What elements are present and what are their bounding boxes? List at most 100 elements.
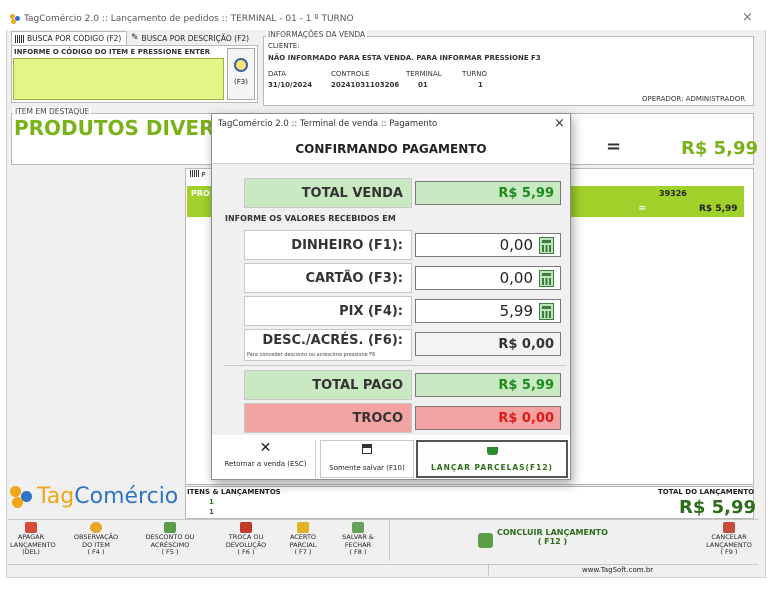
status-divider [488,564,489,576]
change-label: TROCO [244,403,412,433]
card-input[interactable]: 0,00 [415,266,561,290]
launches-value: 1 [209,508,214,516]
featured-legend: ITEM EM DESTAQUE [13,107,92,116]
search-icon [234,58,248,72]
search-button[interactable]: (F3) [227,48,255,100]
scissors-icon [164,522,176,533]
window-titlebar: TagComércio 2.0 :: Lançamento de pedidos… [6,8,766,30]
operator-label: OPERADOR: ADMINISTRADOR [642,95,746,103]
partial-button[interactable]: ACERTO PARCIAL ( F7 ) [282,520,324,564]
calculator-icon[interactable] [539,302,554,320]
conclude-label: CONCLUIR LANÇAMENTO [497,528,608,537]
delete-launch-label-3: (DEL) [22,548,40,556]
total-launch-value: R$ 5,99 [679,497,757,518]
brand-logo-icon [10,485,34,508]
card-label: CARTÃO (F3): [244,263,412,293]
client-label: CLIENTE: [268,42,300,50]
terminal-value: 01 [418,81,428,89]
card-value: 0,00 [499,269,533,287]
received-section-label: INFORME OS VALORES RECEBIDOS EM [225,214,396,223]
calculator-icon[interactable] [539,269,554,287]
control-value: 20241031103206 [331,81,400,89]
calculator-icon[interactable] [539,236,554,254]
dialog-divider [224,365,566,366]
dialog-titlebar: TagComércio 2.0 :: Terminal de venda :: … [212,114,570,134]
payment-dialog: TagComércio 2.0 :: Terminal de venda :: … [211,113,571,480]
note-icon [90,522,102,533]
date-label: DATA [268,70,287,78]
row-equals: = [638,203,647,214]
cancel-launch-button[interactable]: CANCELAR LANÇAMENTO ( F9 ) [703,520,755,564]
item-note-label-3: ( F4 ) [87,548,105,556]
cash-value: 0,00 [499,236,533,254]
featured-equals: = [606,136,622,157]
discount-button[interactable]: DESCONTO OU ACRÉSCIMO ( F5 ) [140,520,200,564]
tab-busca-codigo[interactable]: BUSCA POR CÓDIGO (F2) [11,31,127,45]
item-note-button[interactable]: OBSERVAÇÃO DO ITEM ( F4 ) [68,520,124,564]
website-link[interactable]: www.TagSoft.com.br [582,566,653,574]
delete-launch-button[interactable]: APAGAR LANÇAMENTO (DEL) [10,520,56,564]
items-value: 1 [209,498,214,506]
return-sale-button[interactable]: ✕ Retornar a venda (ESC) [216,440,316,478]
exchange-button[interactable]: TROCA OU DEVOLUÇÃO ( F6 ) [220,520,272,564]
cancel-icon [723,522,735,533]
items-label: ITENS & LANÇAMENTOS [187,488,281,496]
dialog-close-icon[interactable]: × [554,116,565,131]
turn-value: 1 [478,81,483,89]
total-launch-label: TOTAL DO LANÇAMENTO [658,488,755,496]
discount-value: R$ 0,00 [415,332,561,356]
item-code-input[interactable] [13,58,224,100]
brand-rest-text: Comércio [74,484,179,509]
featured-price: R$ 5,99 [681,138,759,159]
terminal-label: TERMINAL [406,70,442,78]
brand-logo: Tag Comércio [10,484,178,509]
total-paid-value: R$ 5,99 [415,373,561,397]
search-key-label: (F3) [234,78,248,86]
save-close-button[interactable]: SALVAR & FECHAR ( F8 ) [336,520,380,564]
launch-installments-label: LANÇAR PARCELAS(F12) [431,463,553,472]
exchange-icon [240,522,252,533]
featured-product-name: PRODUTOS DIVER [14,116,215,140]
item-code-label: INFORME O CÓDIGO DO ITEM E PRESSIONE ENT… [14,48,211,56]
total-venda-value: R$ 5,99 [415,181,561,205]
toolbar-divider [389,521,390,561]
dialog-title: TagComércio 2.0 :: Terminal de venda :: … [218,119,438,129]
client-value: NÃO INFORMADO PARA ESTA VENDA. PARA INFO… [268,54,541,62]
launch-installments-button[interactable]: LANÇAR PARCELAS(F12) [416,440,568,478]
app-logo-icon [10,14,20,24]
discount-label-box: DESC./ACRÉS. (F6): Para conceder descont… [244,329,412,361]
row-total: R$ 5,99 [699,204,738,214]
cash-input[interactable]: 0,00 [415,233,561,257]
window-close-icon[interactable]: × [742,10,753,25]
change-value: R$ 0,00 [415,406,561,430]
conclude-key: ( F12 ) [537,537,568,546]
conclude-launch-button[interactable]: CONCLUIR LANÇAMENTO ( F12 ) [478,528,628,556]
pix-value: 5,99 [499,302,533,320]
total-venda-label: TOTAL VENDA [244,178,412,208]
return-sale-label: Retornar a venda (ESC) [224,460,307,468]
partial-icon [297,522,309,533]
dialog-heading: CONFIRMANDO PAGAMENTO [212,134,570,164]
close-x-icon: ✕ [259,440,272,456]
save-only-button[interactable]: Somente salvar (F10) [320,440,414,478]
discount-hint: Para conceder desconto ou acréscimo pres… [247,352,376,358]
tab-busca-codigo-label: BUSCA POR CÓDIGO (F2) [27,34,122,43]
discount-label: DESC./ACRÉS. (F6): [262,333,403,348]
grid-header-label: P [201,171,206,179]
partial-label-3: ( F7 ) [294,548,312,556]
floppy-icon [362,444,372,454]
date-value: 31/10/2024 [268,81,313,89]
window-title: TagComércio 2.0 :: Lançamento de pedidos… [24,14,354,24]
exchange-label-3: ( F6 ) [237,548,255,556]
pix-input[interactable]: 5,99 [415,299,561,323]
brand-tag-text: Tag [37,484,75,509]
cash-label: DINHEIRO (F1): [244,230,412,260]
turn-label: TURNO [462,70,488,78]
save-close-label-3: ( F8 ) [349,548,367,556]
discount-label-3: ( F5 ) [161,548,179,556]
pencil-icon: ✎ [131,33,139,43]
tab-busca-descricao-label: BUSCA POR DESCRIÇÃO (F2) [141,33,250,43]
save-only-label: Somente salvar (F10) [329,464,405,472]
tab-busca-descricao[interactable]: ✎ BUSCA POR DESCRIÇÃO (F2) [128,31,256,45]
barcode-icon [15,34,24,43]
